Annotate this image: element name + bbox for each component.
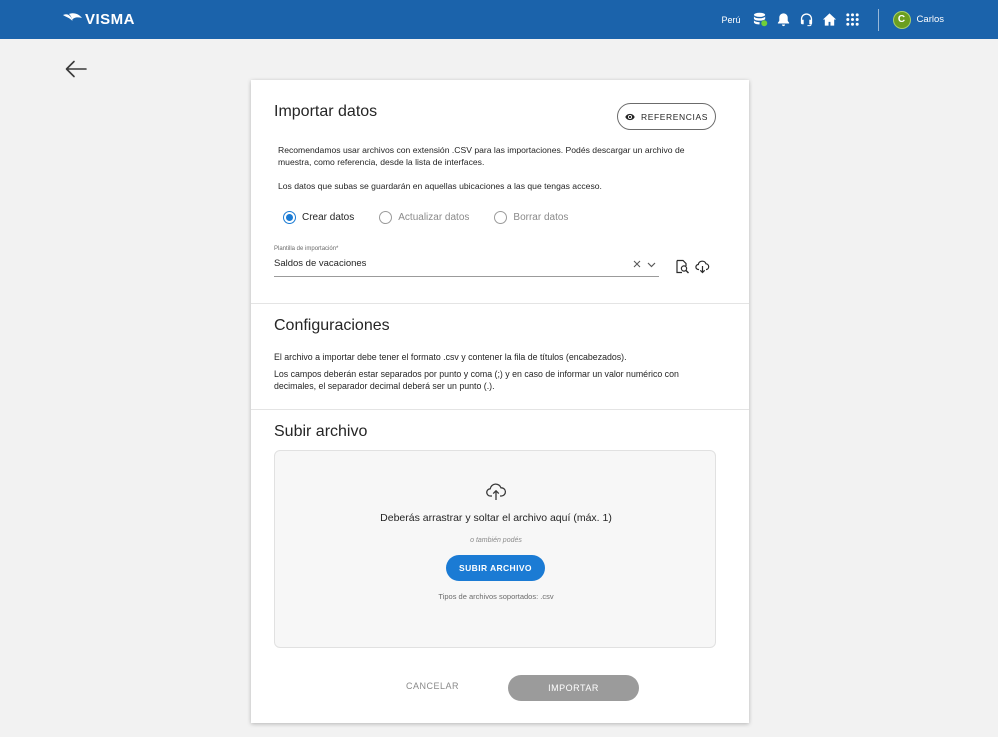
visma-logo[interactable]: VISMA — [62, 11, 135, 28]
country-selector[interactable]: Perú — [722, 15, 741, 25]
cancel-button[interactable]: CANCELAR — [396, 681, 469, 695]
user-name[interactable]: Carlos — [917, 14, 944, 25]
home-icon[interactable] — [820, 11, 838, 29]
section-divider — [251, 303, 749, 304]
template-field-label: Plantilla de importación* — [274, 246, 339, 252]
bell-icon[interactable] — [774, 11, 792, 29]
supported-types-text: Tipos de archivos soportados: .csv — [438, 592, 554, 601]
action-radio-group: Crear datos Actualizar datos Borrar dato… — [283, 211, 593, 224]
radio-actualizar-datos[interactable]: Actualizar datos — [379, 211, 469, 224]
config-line-3: decimales, el separador decimal deberá s… — [274, 381, 495, 391]
access-note: Los datos que subas se guardarán en aque… — [278, 181, 602, 191]
upload-title: Subir archivo — [274, 423, 368, 440]
database-icon[interactable] — [751, 11, 769, 29]
visma-logo-icon — [63, 12, 82, 21]
intro-text: Recomendamos usar archivos con extensión… — [278, 144, 685, 168]
cloud-download-icon[interactable] — [695, 259, 710, 274]
template-select[interactable]: Saldos de vacaciones — [274, 258, 366, 269]
brand-name: VISMA — [85, 11, 136, 28]
clear-icon[interactable] — [633, 260, 641, 268]
apps-grid-icon[interactable] — [843, 11, 861, 29]
document-search-icon[interactable] — [675, 259, 690, 274]
upload-file-button[interactable]: SUBIR ARCHIVO — [446, 555, 545, 581]
radio-label: Crear datos — [302, 212, 355, 223]
topbar-divider — [877, 8, 879, 31]
radio-label: Actualizar datos — [398, 212, 470, 223]
config-text: Los campos deberán estar separados por p… — [274, 368, 679, 392]
radio-circle — [283, 211, 296, 224]
top-nav: Perú C Carlos — [722, 0, 944, 39]
import-button[interactable]: IMPORTAR — [508, 675, 639, 701]
avatar[interactable]: C — [892, 10, 911, 29]
radio-crear-datos[interactable]: Crear datos — [283, 211, 354, 224]
import-card: Importar datos REFERENCIAS Recomendamos … — [251, 80, 749, 723]
drop-instructions: Deberás arrastrar y soltar el archivo aq… — [380, 512, 612, 524]
headset-icon[interactable] — [797, 11, 815, 29]
intro-line-2: muestra, como referencia, desde la lista… — [278, 157, 485, 167]
import-title: Importar datos — [274, 103, 378, 120]
config-line-2: Los campos deberán estar separados por p… — [274, 369, 679, 379]
radio-circle — [494, 211, 508, 224]
config-title: Configuraciones — [274, 317, 390, 334]
file-dropzone[interactable]: Deberás arrastrar y soltar el archivo aq… — [274, 450, 716, 648]
intro-line-1: Recomendamos usar archivos con extensión… — [278, 145, 685, 155]
section-divider — [251, 409, 749, 410]
references-label: REFERENCIAS — [640, 111, 709, 122]
top-bar: VISMA Perú C Carlos — [0, 0, 998, 39]
radio-label: Borrar datos — [513, 212, 569, 223]
cloud-upload-icon — [486, 483, 507, 500]
radio-borrar-datos[interactable]: Borrar datos — [494, 211, 568, 224]
eye-icon — [625, 113, 635, 120]
arrow-left-icon[interactable] — [64, 59, 88, 79]
chevron-down-icon[interactable] — [647, 262, 656, 268]
references-button[interactable]: REFERENCIAS — [617, 103, 716, 130]
or-text: o también podés — [470, 537, 522, 544]
template-underline — [274, 276, 659, 277]
radio-circle — [379, 211, 393, 224]
config-line-1: El archivo a importar debe tener el form… — [274, 352, 627, 362]
